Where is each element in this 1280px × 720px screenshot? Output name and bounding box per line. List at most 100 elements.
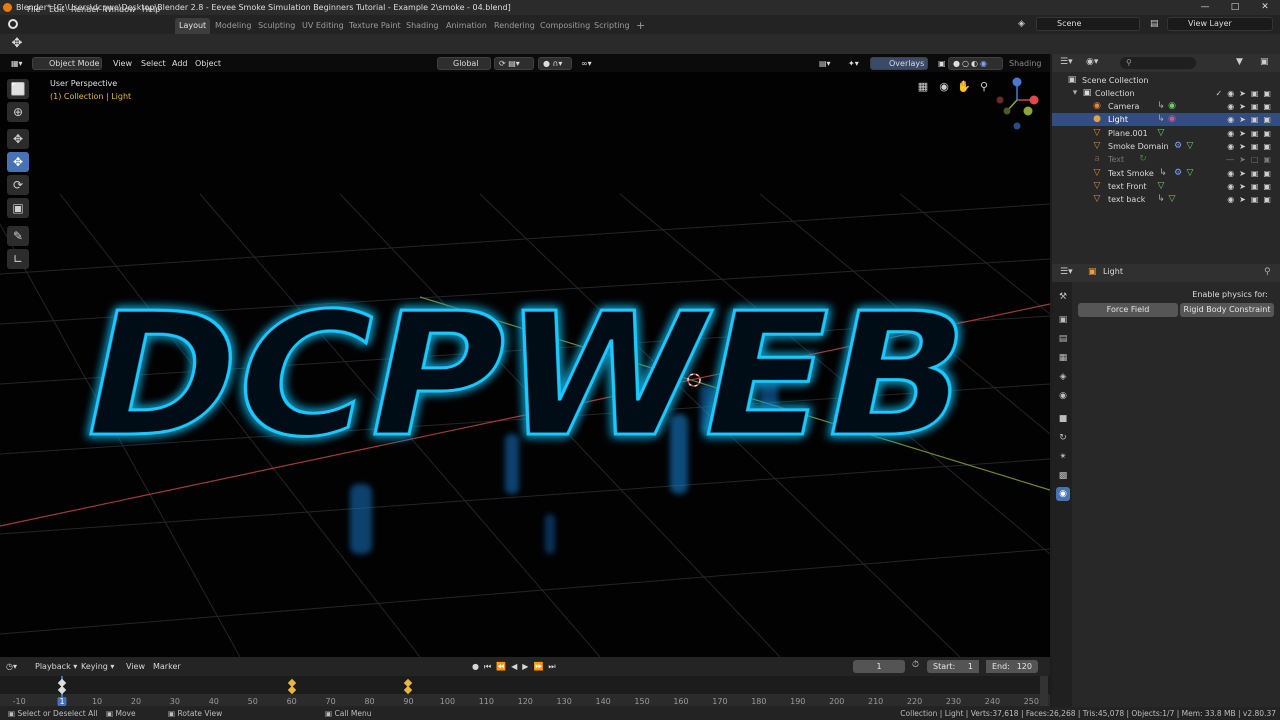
visibility-toggles[interactable]: ✓◉➤▣▣ — [1215, 87, 1276, 100]
menu-file[interactable]: File — [27, 3, 40, 16]
object-mode-dropdown[interactable]: Object Mode — [32, 57, 102, 70]
tab-modeling[interactable]: Modeling — [211, 18, 255, 34]
orientation-dropdown[interactable]: Global — [437, 57, 491, 70]
outliner-collection[interactable]: ▾ ▣ Collection ✓◉➤▣▣ — [1052, 87, 1280, 100]
timeline-track[interactable] — [0, 676, 1050, 696]
outliner-item[interactable]: ▽ text back ↳ ▽ ◉➤▣▣ — [1052, 193, 1280, 206]
rigid-body-constraint-button[interactable]: Rigid Body Constraint — [1180, 303, 1274, 317]
menu-edit[interactable]: Edit — [49, 3, 65, 16]
scene-icon[interactable]: ◈ — [1018, 19, 1032, 30]
transform-tool-icon[interactable]: ✥ — [8, 36, 26, 52]
outliner-item[interactable]: ▽ text Front ▽ ◉➤▣▣ — [1052, 180, 1280, 193]
marker-menu[interactable]: Marker — [153, 660, 181, 673]
view-layer-icon[interactable]: ▤ — [1150, 19, 1164, 30]
display-mode-icon[interactable]: ◉▾ — [1086, 57, 1098, 67]
menu-help[interactable]: Help — [142, 3, 160, 16]
force-field-button[interactable]: Force Field — [1078, 303, 1178, 317]
end-frame-field[interactable]: End: 120 — [986, 660, 1038, 673]
tool-tab-icon[interactable]: ⚒ — [1056, 290, 1070, 304]
view-object-types-icon[interactable]: ▤▾ — [814, 57, 836, 70]
outliner-search-input[interactable]: ⚲ — [1120, 57, 1196, 69]
outliner-editor-type-icon[interactable]: ☰▾ — [1060, 57, 1073, 67]
pin-icon[interactable]: ⚲ — [1264, 267, 1271, 277]
visibility-toggles[interactable]: ◉➤▣▣ — [1227, 127, 1276, 140]
tab-scripting[interactable]: Scripting — [590, 18, 634, 34]
view-layer-selector[interactable]: View Layer — [1167, 17, 1273, 31]
tab-animation[interactable]: Animation — [442, 18, 491, 34]
transform-tool-active-icon[interactable]: ✥ — [7, 152, 29, 172]
tab-sculpting[interactable]: Sculpting — [254, 18, 299, 34]
select-box-tool-icon[interactable]: ⬜ — [7, 79, 29, 99]
visibility-toggles[interactable]: ◉➤▣▣ — [1227, 113, 1276, 126]
zoom-view-icon[interactable]: ⚲ — [977, 80, 991, 94]
3d-viewport[interactable]: DCPWEB — [0, 54, 1050, 657]
playback-menu[interactable]: Playback ▾ — [35, 660, 77, 673]
tab-texture-paint[interactable]: Texture Paint — [345, 18, 405, 34]
timeline-editor-type-icon[interactable]: ◷▾ — [6, 660, 17, 673]
blender-menu-icon[interactable] — [8, 19, 18, 29]
menu-select[interactable]: Select — [136, 57, 171, 70]
scene-selector[interactable]: Scene — [1036, 17, 1140, 31]
visibility-toggles[interactable]: ◉➤▣▣ — [1227, 140, 1276, 153]
pivot-snap-buttons[interactable]: ⟳ ▤▾ — [494, 57, 534, 70]
camera-view-icon[interactable]: ◉ — [937, 80, 951, 94]
visibility-toggles[interactable]: ◉➤▣▣ — [1227, 167, 1276, 180]
annotate-tool-icon[interactable]: ✎ — [7, 226, 29, 246]
playback-controls[interactable]: ●⏮⏪◀▶⏩⏭ — [472, 660, 561, 673]
physics-tab-icon[interactable]: ◉ — [1056, 487, 1070, 501]
object-tab-icon[interactable]: ■ — [1056, 412, 1070, 426]
outliner-scene-collection[interactable]: ▣ Scene Collection — [1052, 74, 1280, 87]
measure-tool-icon[interactable]: ∟ — [7, 249, 29, 269]
properties-editor-type-icon[interactable]: ☰▾ — [1060, 267, 1073, 277]
data-tab-icon[interactable]: ✴ — [1056, 450, 1070, 464]
scale-tool-icon[interactable]: ▣ — [7, 198, 29, 218]
visibility-toggles[interactable]: ◉➤▣▣ — [1227, 100, 1276, 113]
visibility-toggles[interactable]: ◉➤▣▣ — [1227, 180, 1276, 193]
outliner-item[interactable]: ● Light ↳ ◉ ◉➤▣▣ — [1052, 113, 1280, 126]
outliner-item[interactable]: ▽ Smoke Domain ⚙ ▽ ◉➤▣▣ — [1052, 140, 1280, 153]
menu-object[interactable]: Object — [190, 57, 226, 70]
tab-rendering[interactable]: Rendering — [490, 18, 539, 34]
scene-tab-icon[interactable]: ◈ — [1056, 370, 1070, 384]
start-frame-field[interactable]: Start: 1 — [927, 660, 979, 673]
menu-window[interactable]: Window — [104, 3, 136, 16]
outliner-item[interactable]: ◉ Camera ↳ ◉ ◉➤▣▣ — [1052, 100, 1280, 113]
tab-compositing[interactable]: Compositing — [536, 18, 594, 34]
menu-render[interactable]: Render — [71, 3, 99, 16]
render-tab-icon[interactable]: ▣ — [1056, 313, 1070, 327]
ortho-toggle-icon[interactable]: ▦ — [916, 80, 930, 94]
gizmos-toggle-icon[interactable]: ✦▾ — [843, 57, 864, 70]
output-tab-icon[interactable]: ▤ — [1056, 332, 1070, 346]
visibility-toggles[interactable]: ◉➤▣▣ — [1227, 193, 1276, 206]
view-layer-tab-icon[interactable]: ▦ — [1056, 351, 1070, 365]
outliner-item[interactable]: ▽ Plane.001 ▽ ◉➤▣▣ — [1052, 127, 1280, 140]
constraints-tab-icon[interactable]: ↻ — [1056, 431, 1070, 445]
filter-icon[interactable]: ▼ — [1236, 57, 1243, 67]
outliner-item[interactable]: ▽ Text Smoke ↳ ⚙ ▽ ◉➤▣▣ — [1052, 167, 1280, 180]
world-tab-icon[interactable]: ◉ — [1056, 389, 1070, 403]
shading-dropdown[interactable]: Shading — [1004, 57, 1047, 70]
visibility-toggles[interactable]: ―➤□▣ — [1226, 153, 1276, 166]
minimize-button[interactable]: — — [1190, 0, 1220, 15]
move-tool-icon[interactable]: ✥ — [7, 129, 29, 149]
menu-view[interactable]: View — [108, 57, 137, 70]
rotate-tool-icon[interactable]: ⟳ — [7, 175, 29, 195]
tab-layout[interactable]: Layout — [175, 18, 211, 34]
tab-shading[interactable]: Shading — [402, 18, 443, 34]
outliner-item[interactable]: a Text ↻ ―➤□▣ — [1052, 153, 1280, 166]
editor-type-icon[interactable]: ▦▾ — [6, 57, 28, 70]
pan-view-icon[interactable]: ✋ — [957, 80, 971, 94]
menu-add[interactable]: Add — [167, 57, 193, 70]
shading-mode-buttons[interactable]: ●○◐◉ — [948, 57, 1003, 70]
navigation-gizmo-icon[interactable] — [996, 77, 1039, 130]
timeline-view-menu[interactable]: View — [126, 660, 145, 673]
close-button[interactable]: ✕ — [1250, 0, 1280, 15]
keying-menu[interactable]: Keying ▾ — [81, 660, 114, 673]
gizmo-link-icon[interactable]: ∞▾ — [576, 57, 597, 70]
tab-uv-editing[interactable]: UV Editing — [298, 18, 348, 34]
timeline-scrollbar[interactable] — [1040, 676, 1048, 706]
cursor-tool-icon[interactable]: ⊕ — [7, 102, 29, 122]
add-workspace-icon[interactable]: + — [632, 18, 649, 34]
timer-icon[interactable]: ⏱ — [912, 660, 919, 670]
proportional-edit-buttons[interactable]: ● ∩▾ — [538, 57, 572, 70]
